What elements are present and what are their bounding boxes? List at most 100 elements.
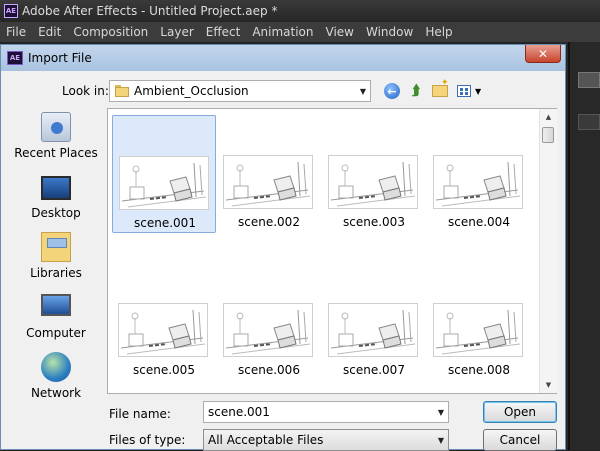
import-file-dialog: AE Import File ✕ Look in: Ambient_Occlus… <box>0 44 566 451</box>
chevron-down-icon[interactable]: ▼ <box>356 87 370 96</box>
place-label: Computer <box>26 326 86 340</box>
place-label: Network <box>30 386 82 400</box>
menu-layer[interactable]: Layer <box>154 25 199 39</box>
chevron-down-icon[interactable]: ▼ <box>434 436 448 445</box>
after-effects-logo-icon: AE <box>4 4 18 18</box>
look-in-dropdown[interactable]: Ambient_Occlusion ▼ <box>109 80 371 102</box>
open-button[interactable]: Open <box>483 401 557 423</box>
scene-thumbnail-drawing <box>121 162 207 208</box>
up-folder-icon: ⮭ <box>411 83 421 99</box>
menu-help[interactable]: Help <box>419 25 458 39</box>
dialog-title: Import File <box>28 51 92 65</box>
scene-thumbnail-drawing <box>225 161 311 207</box>
file-name: scene.006 <box>238 363 300 377</box>
view-grid-icon <box>457 85 471 97</box>
file-name-input[interactable]: scene.001 ▼ <box>203 401 449 423</box>
app-title: Adobe After Effects - Untitled Project.a… <box>22 4 278 18</box>
place-label: Libraries <box>30 266 82 280</box>
file-name: scene.007 <box>343 363 405 377</box>
place-label: Recent Places <box>14 146 98 160</box>
recent-places-icon <box>41 112 71 142</box>
navigation-toolbar: ← ⮭ ▼ <box>383 78 481 101</box>
vertical-scrollbar[interactable]: ▲ ▼ <box>539 109 557 393</box>
file-name: scene.005 <box>133 363 195 377</box>
place-computer[interactable]: Computer <box>9 288 103 346</box>
file-name-label: File name: <box>109 407 171 421</box>
scene-thumbnail-drawing <box>330 309 416 355</box>
menu-bar: File Edit Composition Layer Effect Anima… <box>0 22 600 42</box>
back-button[interactable]: ← <box>383 82 401 100</box>
file-item-scene-006[interactable]: scene.006 <box>217 263 321 381</box>
panel-tab[interactable] <box>578 72 600 88</box>
look-in-label: Look in: <box>62 84 109 98</box>
new-folder-icon <box>432 78 449 97</box>
file-thumbnail <box>328 303 418 357</box>
new-folder-button[interactable] <box>431 78 449 100</box>
menu-composition[interactable]: Composition <box>67 25 154 39</box>
look-in-value: Ambient_Occlusion <box>134 84 249 98</box>
place-libraries[interactable]: Libraries <box>9 228 103 286</box>
file-name: scene.001 <box>134 216 196 230</box>
scrollbar-thumb[interactable] <box>542 127 554 143</box>
file-item-scene-007[interactable]: scene.007 <box>322 263 426 381</box>
place-network[interactable]: Network <box>9 348 103 406</box>
close-button[interactable]: ✕ <box>525 45 561 63</box>
after-effects-logo-icon: AE <box>7 51 23 65</box>
file-name: scene.008 <box>448 363 510 377</box>
chevron-down-icon[interactable]: ▼ <box>475 87 481 96</box>
panel-tab-secondary[interactable] <box>578 114 600 130</box>
place-recent-places[interactable]: Recent Places <box>9 108 103 166</box>
scene-thumbnail-drawing <box>435 309 521 355</box>
files-of-type-label: Files of type: <box>109 433 186 447</box>
menu-view[interactable]: View <box>320 25 360 39</box>
file-item-scene-002[interactable]: scene.002 <box>217 115 321 233</box>
file-item-scene-004[interactable]: scene.004 <box>427 115 531 233</box>
menu-effect[interactable]: Effect <box>200 25 247 39</box>
file-thumbnail <box>328 155 418 209</box>
scene-thumbnail-drawing <box>435 161 521 207</box>
files-of-type-value: All Acceptable Files <box>208 433 324 447</box>
back-arrow-icon: ← <box>384 83 400 99</box>
file-item-scene-005[interactable]: scene.005 <box>112 263 216 381</box>
file-name-value[interactable]: scene.001 <box>204 405 434 419</box>
view-menu-button[interactable] <box>455 82 473 100</box>
file-item-scene-001[interactable]: scene.001 <box>112 115 216 233</box>
place-desktop[interactable]: Desktop <box>9 168 103 226</box>
files-of-type-dropdown[interactable]: All Acceptable Files ▼ <box>203 429 449 451</box>
dialog-title-bar[interactable]: AE Import File <box>1 45 565 71</box>
file-thumbnail <box>223 303 313 357</box>
file-list[interactable]: scene.001 scene.002 scene.003 scene.004 … <box>107 108 557 394</box>
up-folder-button[interactable]: ⮭ <box>407 82 425 100</box>
file-name: scene.004 <box>448 215 510 229</box>
file-thumbnail <box>118 303 208 357</box>
file-item-scene-003[interactable]: scene.003 <box>322 115 426 233</box>
folder-icon <box>115 85 129 97</box>
scene-thumbnail-drawing <box>120 309 206 355</box>
scene-thumbnail-drawing <box>225 309 311 355</box>
app-background-panel <box>560 42 600 450</box>
chevron-down-icon[interactable]: ▼ <box>434 408 448 417</box>
panel-divider <box>568 42 570 450</box>
network-icon <box>41 352 71 382</box>
computer-icon <box>41 294 71 316</box>
menu-edit[interactable]: Edit <box>32 25 67 39</box>
place-label: Desktop <box>31 206 81 220</box>
file-thumbnail <box>223 155 313 209</box>
app-title-bar: AE Adobe After Effects - Untitled Projec… <box>0 0 600 22</box>
places-bar: Recent Places Desktop Libraries Computer… <box>9 108 103 408</box>
file-thumbnail <box>433 303 523 357</box>
file-name: scene.002 <box>238 215 300 229</box>
file-thumbnail <box>433 155 523 209</box>
libraries-icon <box>41 232 71 262</box>
scene-thumbnail-drawing <box>330 161 416 207</box>
menu-animation[interactable]: Animation <box>246 25 319 39</box>
file-thumbnail <box>119 156 209 210</box>
desktop-icon <box>41 176 71 200</box>
menu-file[interactable]: File <box>0 25 32 39</box>
menu-window[interactable]: Window <box>360 25 419 39</box>
file-item-scene-008[interactable]: scene.008 <box>427 263 531 381</box>
scroll-down-icon[interactable]: ▼ <box>540 377 557 393</box>
scroll-up-icon[interactable]: ▲ <box>540 109 557 125</box>
file-name: scene.003 <box>343 215 405 229</box>
cancel-button[interactable]: Cancel <box>483 429 557 451</box>
